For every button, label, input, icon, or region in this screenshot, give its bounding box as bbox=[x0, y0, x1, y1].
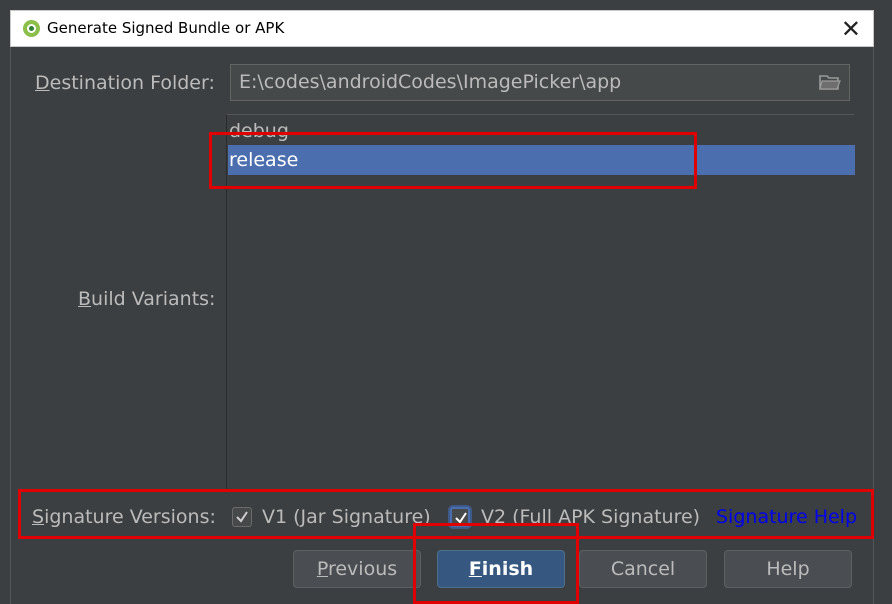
check-icon bbox=[236, 511, 248, 523]
signature-help-link[interactable]: Signature Help bbox=[716, 506, 857, 528]
v2-checkbox[interactable] bbox=[450, 507, 470, 527]
build-variants-label: Build Variants: bbox=[78, 288, 216, 310]
v1-checkbox[interactable] bbox=[232, 507, 252, 527]
variant-item-release[interactable]: release bbox=[228, 145, 855, 175]
folder-icon[interactable] bbox=[819, 73, 841, 91]
v1-label[interactable]: V1 (Jar Signature) bbox=[262, 506, 431, 528]
android-studio-icon bbox=[23, 20, 40, 37]
title-bar: Generate Signed Bundle or APK ✕ bbox=[10, 10, 874, 47]
window-title: Generate Signed Bundle or APK bbox=[47, 19, 285, 37]
variant-item-debug[interactable]: debug bbox=[228, 116, 855, 146]
destination-folder-label: Destination Folder: bbox=[35, 72, 215, 94]
destination-folder-value[interactable]: E:\codes\androidCodes\ImagePicker\app bbox=[239, 71, 621, 93]
signature-versions-label: Signature Versions: bbox=[32, 506, 216, 528]
build-variants-list[interactable]: debug release bbox=[226, 114, 855, 490]
destination-folder-field[interactable]: E:\codes\androidCodes\ImagePicker\app bbox=[230, 64, 850, 101]
previous-button[interactable]: Previous bbox=[293, 550, 421, 588]
help-button[interactable]: Help bbox=[724, 550, 852, 588]
close-icon[interactable]: ✕ bbox=[841, 15, 861, 43]
check-icon bbox=[455, 512, 467, 524]
finish-button[interactable]: Finish bbox=[437, 550, 565, 588]
v2-label[interactable]: V2 (Full APK Signature) bbox=[481, 506, 700, 528]
cancel-button[interactable]: Cancel bbox=[579, 550, 707, 588]
